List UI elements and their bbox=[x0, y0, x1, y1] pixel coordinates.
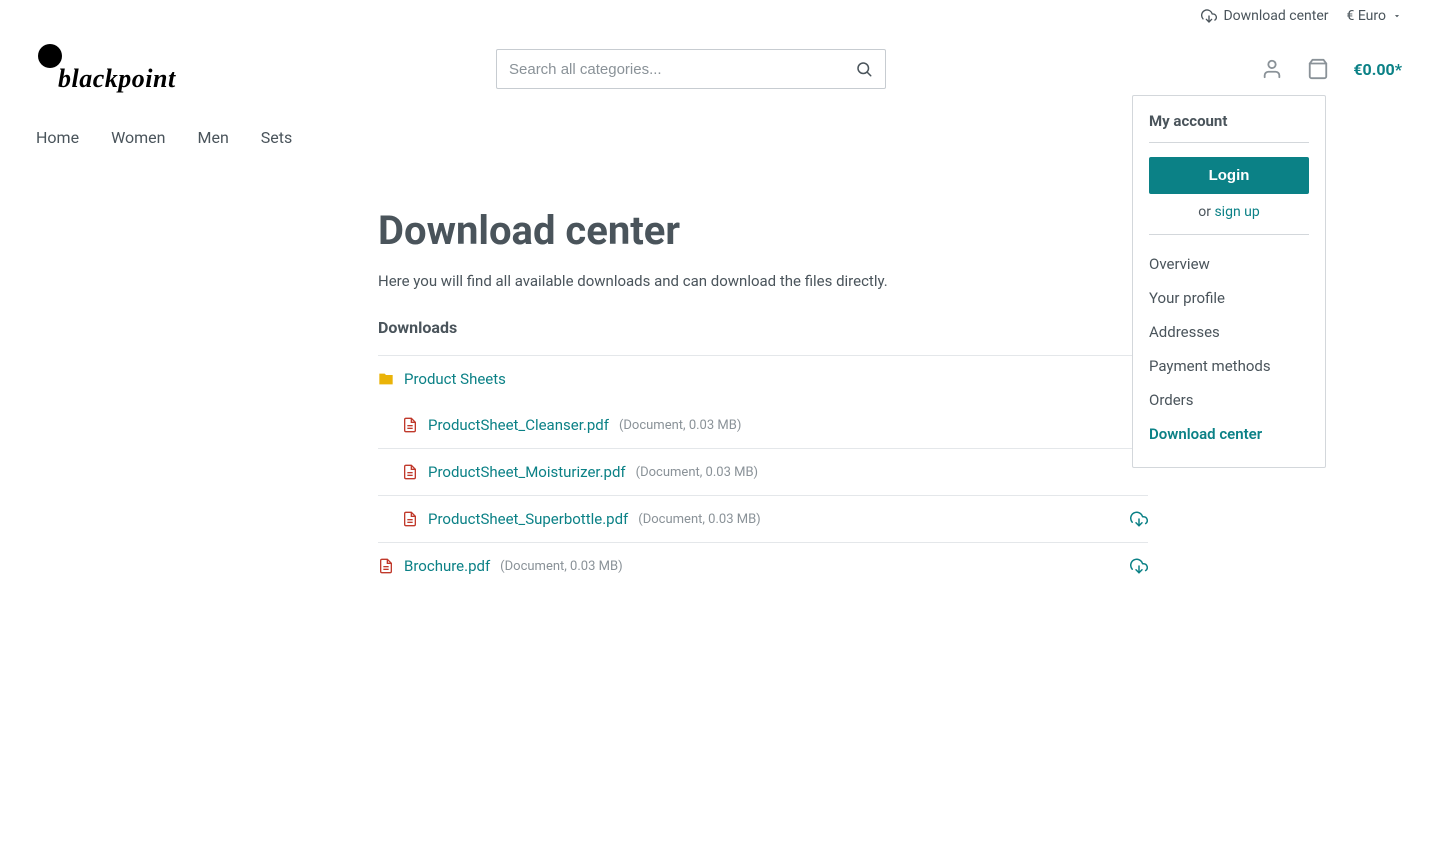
search-icon[interactable] bbox=[855, 60, 873, 78]
account-link-download-center[interactable]: Download center bbox=[1149, 417, 1309, 451]
download-button[interactable] bbox=[1130, 557, 1148, 575]
nav-men[interactable]: Men bbox=[198, 128, 229, 147]
signup-or: or bbox=[1198, 204, 1214, 220]
file-link[interactable]: Brochure.pdf bbox=[404, 557, 490, 575]
file-meta: (Document, 0.03 MB) bbox=[619, 418, 741, 433]
page-description: Here you will find all available downloa… bbox=[378, 272, 1148, 290]
top-bar: Download center € Euro bbox=[0, 0, 1438, 24]
signup-line: or sign up bbox=[1149, 204, 1309, 235]
folder-row: Product Sheets bbox=[378, 356, 1148, 402]
account-link-profile[interactable]: Your profile bbox=[1149, 281, 1309, 315]
pdf-icon bbox=[402, 417, 418, 433]
nav-women[interactable]: Women bbox=[111, 128, 165, 147]
file-meta: (Document, 0.03 MB) bbox=[636, 465, 758, 480]
download-button[interactable] bbox=[1130, 510, 1148, 528]
cloud-download-icon bbox=[1201, 8, 1217, 24]
signup-link[interactable]: sign up bbox=[1214, 204, 1259, 220]
search-input[interactable] bbox=[509, 61, 855, 78]
file-row: Brochure.pdf (Document, 0.03 MB) bbox=[378, 543, 1148, 589]
logo-text: blackpoint bbox=[58, 64, 176, 94]
content: Download center Here you will find all a… bbox=[378, 207, 1148, 589]
search-wrap bbox=[496, 49, 886, 89]
file-link[interactable]: ProductSheet_Cleanser.pdf bbox=[428, 416, 609, 434]
search-box bbox=[496, 49, 886, 89]
currency-label: € Euro bbox=[1347, 8, 1387, 24]
file-row: ProductSheet_Moisturizer.pdf (Document, … bbox=[378, 448, 1148, 495]
folder-icon bbox=[378, 371, 394, 387]
file-row: ProductSheet_Cleanser.pdf (Document, 0.0… bbox=[378, 402, 1148, 448]
account-links: Overview Your profile Addresses Payment … bbox=[1149, 247, 1309, 451]
account-link-addresses[interactable]: Addresses bbox=[1149, 315, 1309, 349]
account-link-orders[interactable]: Orders bbox=[1149, 383, 1309, 417]
currency-selector[interactable]: € Euro bbox=[1347, 8, 1403, 24]
cart-total[interactable]: €0.00* bbox=[1353, 60, 1402, 79]
top-download-center-link[interactable]: Download center bbox=[1201, 8, 1328, 24]
pdf-icon bbox=[402, 511, 418, 527]
file-meta: (Document, 0.03 MB) bbox=[638, 512, 760, 527]
header-right: €0.00* bbox=[1261, 58, 1402, 80]
login-button[interactable]: Login bbox=[1149, 157, 1309, 194]
account-link-payment[interactable]: Payment methods bbox=[1149, 349, 1309, 383]
pdf-icon bbox=[402, 464, 418, 480]
nav-sets[interactable]: Sets bbox=[261, 128, 292, 147]
file-link[interactable]: ProductSheet_Moisturizer.pdf bbox=[428, 463, 626, 481]
file-link[interactable]: ProductSheet_Superbottle.pdf bbox=[428, 510, 628, 528]
account-dropdown-title: My account bbox=[1149, 112, 1309, 143]
file-row: ProductSheet_Superbottle.pdf (Document, … bbox=[378, 495, 1148, 543]
chevron-down-icon bbox=[1392, 11, 1402, 21]
user-icon[interactable] bbox=[1261, 58, 1283, 80]
account-dropdown: My account Login or sign up Overview You… bbox=[1132, 95, 1326, 468]
section-heading: Downloads bbox=[378, 318, 1148, 337]
pdf-icon bbox=[378, 558, 394, 574]
main: Download center Here you will find all a… bbox=[0, 167, 1200, 629]
account-link-overview[interactable]: Overview bbox=[1149, 247, 1309, 281]
folder-link[interactable]: Product Sheets bbox=[404, 370, 506, 388]
nav-home[interactable]: Home bbox=[36, 128, 79, 147]
top-download-center-label: Download center bbox=[1223, 8, 1328, 24]
file-meta: (Document, 0.03 MB) bbox=[500, 559, 622, 574]
page-title: Download center bbox=[378, 207, 1148, 254]
logo[interactable]: blackpoint bbox=[36, 44, 236, 94]
file-list: Product Sheets ProductSheet_Cleanser.pdf… bbox=[378, 355, 1148, 589]
header: blackpoint €0.00* bbox=[0, 24, 1438, 104]
cart-icon[interactable] bbox=[1307, 58, 1329, 80]
